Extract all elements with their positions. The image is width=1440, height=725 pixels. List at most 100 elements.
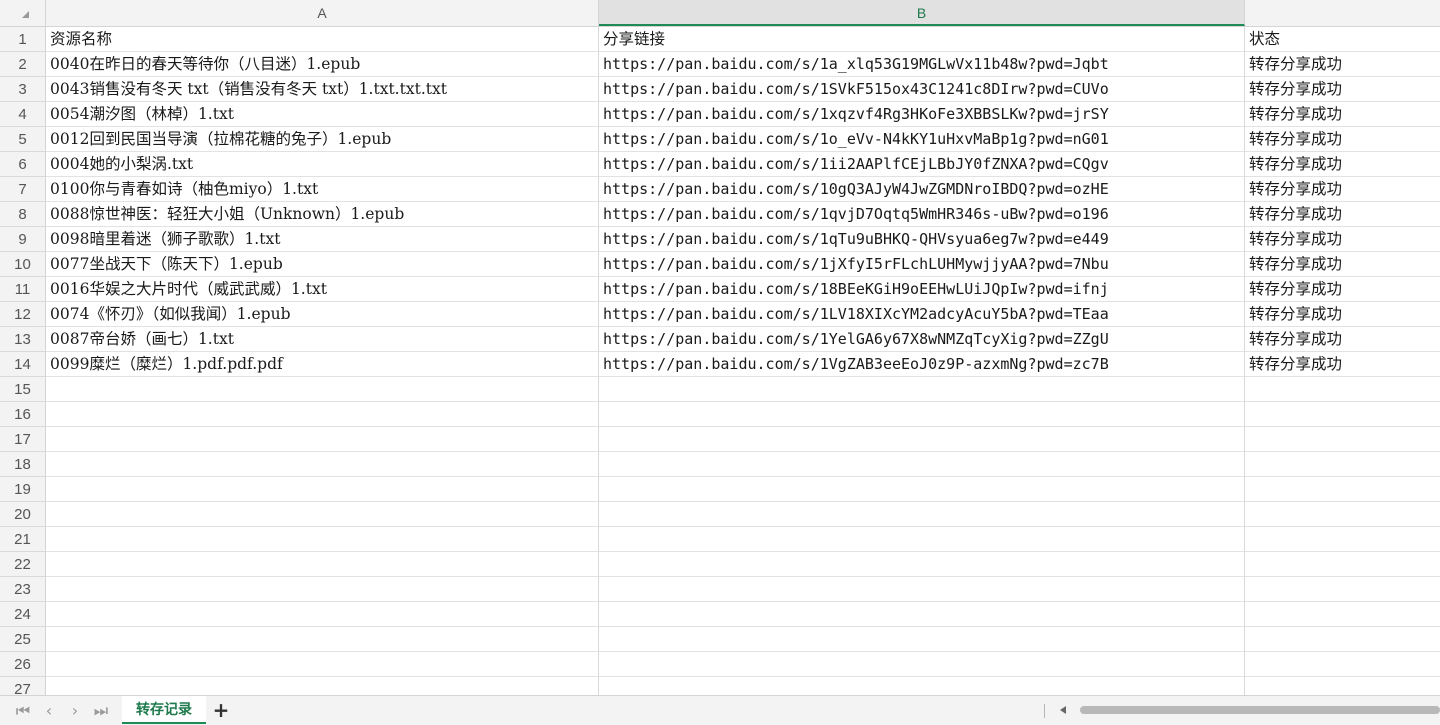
empty-cell[interactable] (46, 477, 599, 502)
first-sheet-icon[interactable]: ⏮ (12, 700, 34, 722)
empty-cell[interactable] (46, 427, 599, 452)
empty-cell[interactable] (1245, 552, 1440, 577)
row-number[interactable]: 25 (0, 627, 46, 652)
cell-share-link[interactable]: https://pan.baidu.com/s/1SVkF515ox43C124… (599, 77, 1245, 102)
cell-resource-name[interactable]: 0004她的小梨涡.txt (46, 152, 599, 177)
empty-cell[interactable] (599, 402, 1245, 427)
cell-status[interactable]: 转存分享成功 (1245, 77, 1440, 102)
row-number[interactable]: 14 (0, 352, 46, 377)
empty-cell[interactable] (1245, 452, 1440, 477)
row-number[interactable]: 1 (0, 27, 46, 52)
last-sheet-icon[interactable]: ⏭ (90, 700, 112, 722)
empty-cell[interactable] (1245, 477, 1440, 502)
cell-resource-name[interactable]: 0098暗里着迷（狮子歌歌）1.txt (46, 227, 599, 252)
cell-status[interactable]: 转存分享成功 (1245, 152, 1440, 177)
empty-cell[interactable] (1245, 602, 1440, 627)
next-sheet-icon[interactable]: › (64, 700, 86, 722)
cell-resource-name[interactable]: 0100你与青春如诗（柚色miyo）1.txt (46, 177, 599, 202)
cell-share-link[interactable]: https://pan.baidu.com/s/1VgZAB3eeEoJ0z9P… (599, 352, 1245, 377)
empty-cell[interactable] (1245, 377, 1440, 402)
header-cell-link[interactable]: 分享链接 (599, 27, 1245, 52)
row-number[interactable]: 13 (0, 327, 46, 352)
row-number[interactable]: 3 (0, 77, 46, 102)
cell-status[interactable]: 转存分享成功 (1245, 352, 1440, 377)
row-number[interactable]: 26 (0, 652, 46, 677)
row-number[interactable]: 16 (0, 402, 46, 427)
empty-cell[interactable] (599, 652, 1245, 677)
cell-status[interactable]: 转存分享成功 (1245, 277, 1440, 302)
empty-cell[interactable] (46, 652, 599, 677)
empty-cell[interactable] (599, 377, 1245, 402)
empty-cell[interactable] (1245, 652, 1440, 677)
cell-resource-name[interactable]: 0087帝台娇（画七）1.txt (46, 327, 599, 352)
empty-cell[interactable] (599, 577, 1245, 602)
empty-cell[interactable] (1245, 427, 1440, 452)
row-number[interactable]: 15 (0, 377, 46, 402)
empty-cell[interactable] (46, 577, 599, 602)
cell-status[interactable]: 转存分享成功 (1245, 52, 1440, 77)
cell-resource-name[interactable]: 0074《怀刃》（如似我闻）1.epub (46, 302, 599, 327)
row-number[interactable]: 5 (0, 127, 46, 152)
cell-status[interactable]: 转存分享成功 (1245, 227, 1440, 252)
prev-sheet-icon[interactable]: ‹ (38, 700, 60, 722)
empty-cell[interactable] (46, 452, 599, 477)
header-cell-status[interactable]: 状态 (1245, 27, 1440, 52)
empty-cell[interactable] (599, 452, 1245, 477)
cell-share-link[interactable]: https://pan.baidu.com/s/10gQ3AJyW4JwZGMD… (599, 177, 1245, 202)
empty-cell[interactable] (1245, 527, 1440, 552)
cell-resource-name[interactable]: 0043销售没有冬天 txt（销售没有冬天 txt）1.txt.txt.txt (46, 77, 599, 102)
empty-cell[interactable] (46, 502, 599, 527)
row-number[interactable]: 22 (0, 552, 46, 577)
row-number[interactable]: 11 (0, 277, 46, 302)
column-header-a[interactable]: A (46, 0, 599, 26)
cell-resource-name[interactable]: 0088惊世神医：轻狂大小姐（Unknown）1.epub (46, 202, 599, 227)
row-number[interactable]: 24 (0, 602, 46, 627)
row-number[interactable]: 17 (0, 427, 46, 452)
empty-cell[interactable] (599, 502, 1245, 527)
cell-status[interactable]: 转存分享成功 (1245, 177, 1440, 202)
sheet-tab-transfer-log[interactable]: 转存记录 (122, 696, 206, 724)
row-number[interactable]: 6 (0, 152, 46, 177)
column-header-c[interactable] (1245, 0, 1440, 26)
empty-cell[interactable] (599, 602, 1245, 627)
cell-share-link[interactable]: https://pan.baidu.com/s/1LV18XIXcYM2adcy… (599, 302, 1245, 327)
row-number[interactable]: 23 (0, 577, 46, 602)
cell-resource-name[interactable]: 0077坐战天下（陈天下）1.epub (46, 252, 599, 277)
empty-cell[interactable] (599, 627, 1245, 652)
empty-cell[interactable] (46, 377, 599, 402)
cell-share-link[interactable]: https://pan.baidu.com/s/1YelGA6y67X8wNMZ… (599, 327, 1245, 352)
row-number[interactable]: 8 (0, 202, 46, 227)
row-number[interactable]: 20 (0, 502, 46, 527)
cell-resource-name[interactable]: 0016华娱之大片时代（威武武威）1.txt (46, 277, 599, 302)
header-cell-name[interactable]: 资源名称 (46, 27, 599, 52)
empty-cell[interactable] (599, 427, 1245, 452)
cell-share-link[interactable]: https://pan.baidu.com/s/1ii2AAPlfCEjLBbJ… (599, 152, 1245, 177)
cell-status[interactable]: 转存分享成功 (1245, 327, 1440, 352)
cell-status[interactable]: 转存分享成功 (1245, 252, 1440, 277)
add-sheet-button[interactable]: + (210, 698, 232, 722)
row-number[interactable]: 4 (0, 102, 46, 127)
empty-cell[interactable] (599, 477, 1245, 502)
column-header-b[interactable]: B (599, 0, 1245, 26)
row-number[interactable]: 2 (0, 52, 46, 77)
cell-resource-name[interactable]: 0012回到民国当导演（拉棉花糖的兔子）1.epub (46, 127, 599, 152)
row-number[interactable]: 21 (0, 527, 46, 552)
cell-share-link[interactable]: https://pan.baidu.com/s/1o_eVv-N4kKY1uHx… (599, 127, 1245, 152)
cell-share-link[interactable]: https://pan.baidu.com/s/1qvjD7Oqtq5WmHR3… (599, 202, 1245, 227)
select-all-corner[interactable] (0, 0, 46, 26)
empty-cell[interactable] (1245, 627, 1440, 652)
cell-share-link[interactable]: https://pan.baidu.com/s/1xqzvf4Rg3HKoFe3… (599, 102, 1245, 127)
row-number[interactable]: 18 (0, 452, 46, 477)
scroll-left-arrow-icon[interactable] (1060, 706, 1066, 714)
cell-status[interactable]: 转存分享成功 (1245, 102, 1440, 127)
cell-share-link[interactable]: https://pan.baidu.com/s/1jXfyI5rFLchLUHM… (599, 252, 1245, 277)
cell-resource-name[interactable]: 0040在昨日的春天等待你（八目迷）1.epub (46, 52, 599, 77)
cell-share-link[interactable]: https://pan.baidu.com/s/18BEeKGiH9oEEHwL… (599, 277, 1245, 302)
empty-cell[interactable] (46, 552, 599, 577)
empty-cell[interactable] (1245, 402, 1440, 427)
row-number[interactable]: 10 (0, 252, 46, 277)
empty-cell[interactable] (1245, 577, 1440, 602)
cell-resource-name[interactable]: 0099糜烂（糜烂）1.pdf.pdf.pdf (46, 352, 599, 377)
cell-share-link[interactable]: https://pan.baidu.com/s/1qTu9uBHKQ-QHVsy… (599, 227, 1245, 252)
cell-status[interactable]: 转存分享成功 (1245, 202, 1440, 227)
